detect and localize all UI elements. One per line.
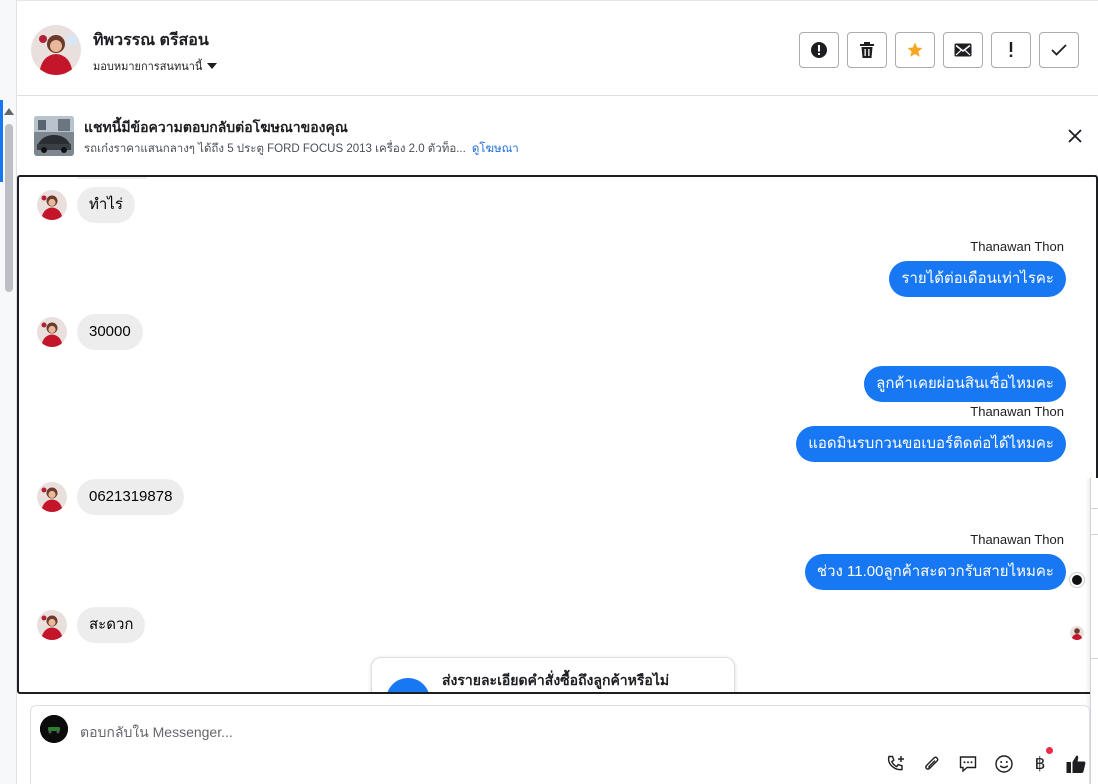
contact-avatar-small[interactable] [37,610,67,640]
spam-button[interactable] [799,32,839,68]
saved-reply-icon [959,756,977,773]
chevron-down-icon [207,63,218,69]
message-row-incoming: 30000 [37,314,143,350]
active-indicator [0,100,3,182]
thumbs-up-icon [1066,755,1086,773]
close-banner-button[interactable] [1066,127,1084,145]
incoming-message[interactable]: 0621319878 [77,479,185,515]
contact-avatar-small[interactable] [37,190,67,220]
conversation-header: ทิพวรรณ ตรีสอน มอบหมายการสนทนานี้ [17,0,1098,96]
follow-up-button[interactable] [991,32,1031,68]
page-seen-avatar [1070,573,1084,587]
message-row-incoming: ทำไร่ [37,187,135,223]
panel-divider [1091,534,1098,535]
message-row-incoming: สะดวก [37,607,146,643]
order-details-suggestion[interactable]: ส่งรายละเอียดคำสั่งซื้อถึงลูกค้าหรือไม่ [371,657,735,692]
contact-avatar[interactable] [31,25,81,75]
delete-button[interactable] [847,32,887,68]
notification-dot [1046,747,1053,754]
scroll-up-arrow[interactable] [4,108,14,115]
left-scroll-strip [0,0,17,784]
assign-label: มอบหมายการสนทนานี้ [93,61,203,73]
message-row-incoming: 0621319878 [37,479,185,515]
contact-avatar-small[interactable] [37,482,67,512]
emoji-icon [995,755,1013,773]
ad-banner-description: รถเก๋งราคาแสนกลางๆ ได้ถึง 5 ประตู FORD F… [84,140,519,158]
suggestion-icon [386,678,430,692]
trash-icon [860,42,874,58]
ad-description-text: รถเก๋งราคาแสนกลางๆ ได้ถึง 5 ประตู FORD F… [84,143,466,155]
baht-icon: ฿ [1034,754,1046,773]
ad-banner-title: แชทนี้มีข้อความตอบกลับต่อโฆษณาของคุณ [84,119,348,135]
saved-replies-button[interactable] [957,753,979,775]
outgoing-message[interactable]: แอดมินรบกวนขอเบอร์ติดต่อได้ไหมคะ [796,426,1066,462]
paperclip-icon [925,756,939,770]
message-thread: ทำไร่ Thanawan Thon รายได้ต่อเดือนเท่าไร… [17,175,1098,694]
reply-input[interactable]: ตอบกลับใน Messenger... [80,722,233,744]
attach-button[interactable] [921,753,943,775]
contact-name[interactable]: ทิพวรรณ ตรีสอน [93,28,209,53]
page-avatar [40,715,68,743]
mark-done-button[interactable] [1039,32,1079,68]
like-button[interactable] [1065,753,1087,775]
panel-divider [1091,508,1098,509]
panel-divider [1091,658,1098,659]
incoming-message[interactable]: 30000 [77,314,143,350]
outgoing-message[interactable]: ช่วง 11.00ลูกค้าสะดวกรับสายไหมคะ [804,554,1066,590]
ad-thumbnail[interactable] [34,116,74,156]
outgoing-message[interactable]: ลูกค้าเคยผ่อนสินเชื่อไหมคะ [864,366,1066,402]
star-icon [907,42,923,57]
emoji-button[interactable] [993,753,1015,775]
mark-unread-button[interactable] [943,32,983,68]
check-icon [1051,44,1067,56]
view-ad-link[interactable]: ดูโฆษณา [472,143,519,155]
suggestion-text: ส่งรายละเอียดคำสั่งซื้อถึงลูกค้าหรือไม่ [442,672,670,688]
alert-circle-icon [811,42,827,58]
incoming-message[interactable]: สะดวก [77,607,146,643]
outgoing-message[interactable]: รายได้ต่อเดือนเท่าไรคะ [889,261,1066,297]
messenger-inbox-window: ทิพวรรณ ตรีสอน มอบหมายการสนทนานี้ แชทนี้… [0,0,1098,784]
envelope-icon [954,43,972,57]
contact-avatar-small[interactable] [37,317,67,347]
exclamation-icon [1009,42,1013,57]
contact-seen-avatar [1070,626,1084,640]
payment-button[interactable]: ฿ [1029,747,1053,775]
reply-composer: ตอบกลับใน Messenger... ฿ [30,705,1090,784]
scrollbar-thumb[interactable] [5,124,13,292]
close-icon [1068,129,1082,143]
assign-conversation-dropdown[interactable]: มอบหมายการสนทนานี้ [93,57,218,75]
phone-plus-icon [887,755,904,771]
ad-reply-banner: แชทนี้มีข้อความตอบกลับต่อโฆษณาของคุณ รถเ… [17,97,1098,175]
sender-name: Thanawan Thon [970,239,1064,254]
composer-toolbar: ฿ [885,747,1087,775]
thread-top-divider [77,177,147,179]
incoming-message[interactable]: ทำไร่ [77,187,135,223]
right-side-panel-edge[interactable] [1090,478,1098,784]
add-call-button[interactable] [885,753,907,775]
sender-name: Thanawan Thon [970,532,1064,547]
star-button[interactable] [895,32,935,68]
header-actions [799,32,1079,68]
sender-name: Thanawan Thon [970,404,1064,419]
